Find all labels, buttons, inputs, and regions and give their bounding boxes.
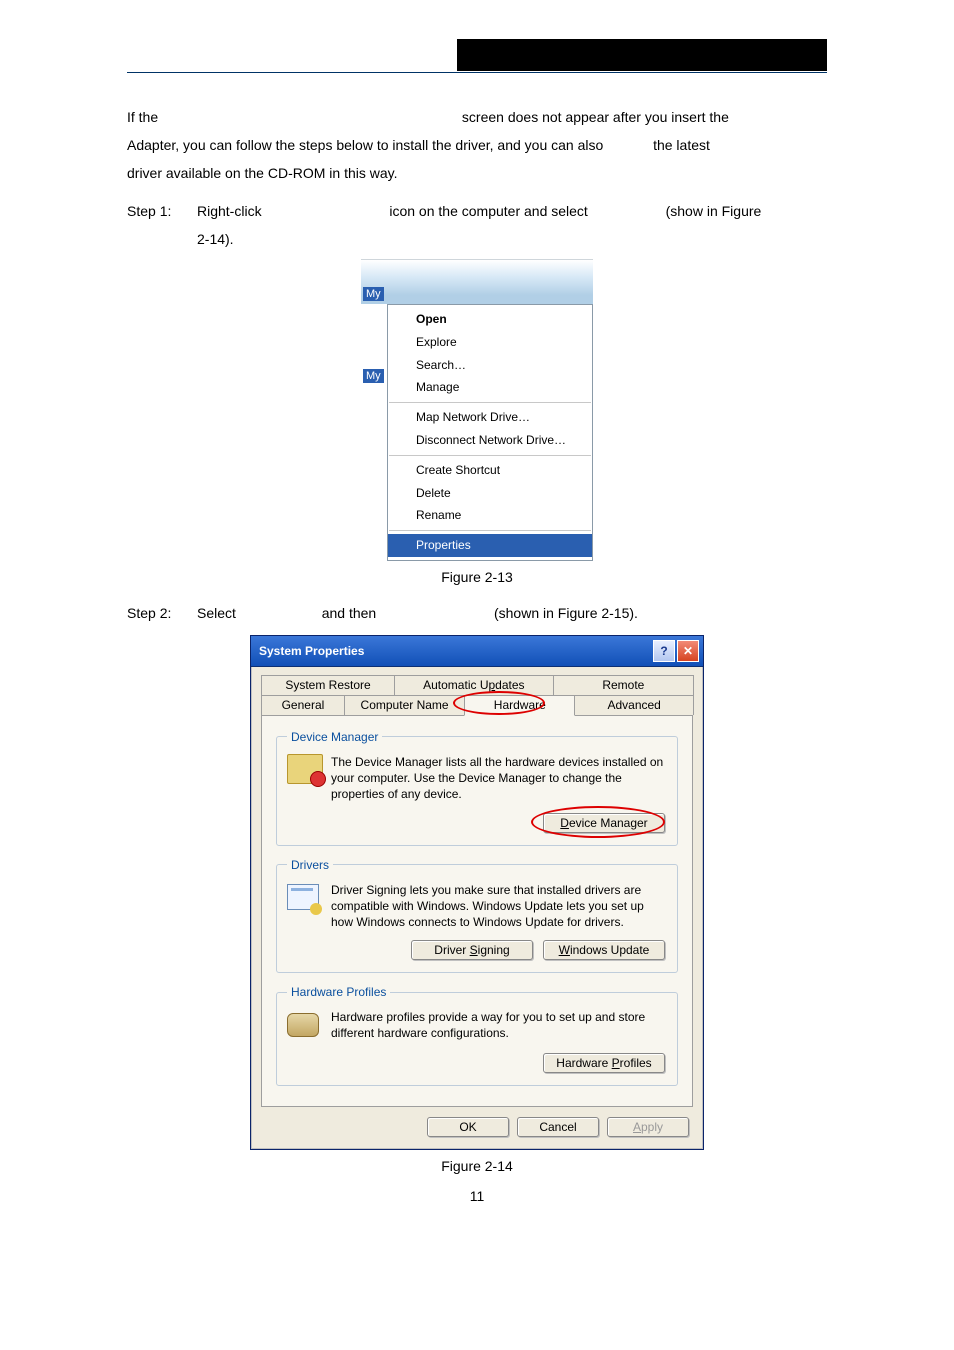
- text: screen does not appear after you insert …: [462, 109, 729, 125]
- my-computer-label-2: My: [363, 369, 384, 383]
- tab-automatic-updates[interactable]: Automatic Updates: [394, 675, 554, 695]
- hardware-profiles-group: Hardware Profiles Hardware profiles prov…: [276, 985, 678, 1086]
- text: Adapter, you can follow the steps below …: [127, 137, 603, 153]
- text: If the: [127, 109, 158, 125]
- menu-item-rename[interactable]: Rename: [388, 504, 592, 527]
- hardware-profiles-button[interactable]: Hardware Profiles: [543, 1053, 665, 1073]
- page-header: [127, 40, 827, 73]
- intro-paragraph: If the screen does not appear after you …: [127, 103, 827, 187]
- step-2-label: Step 2:: [127, 599, 197, 627]
- step-2-text: Select and then (shown in Figure 2-15).: [197, 599, 827, 627]
- menu-item-delete[interactable]: Delete: [388, 482, 592, 505]
- menu-item-explore[interactable]: Explore: [388, 331, 592, 354]
- page-number: 11: [127, 1188, 827, 1204]
- desktop-background: [361, 259, 593, 304]
- text: and then: [322, 605, 377, 621]
- text: (show in Figure: [666, 203, 762, 219]
- text: 2-14).: [197, 231, 234, 247]
- driver-signing-button[interactable]: Driver Signing: [411, 940, 533, 960]
- cancel-button[interactable]: Cancel: [517, 1117, 599, 1137]
- header-black-box: [457, 39, 827, 71]
- dialog-titlebar: System Properties ? ✕: [251, 636, 703, 667]
- drivers-legend: Drivers: [287, 858, 333, 872]
- drivers-group: Drivers Driver Signing lets you make sur…: [276, 858, 678, 974]
- text: Select: [197, 605, 236, 621]
- device-manager-text: The Device Manager lists all the hardwar…: [331, 754, 665, 803]
- hardware-profiles-legend: Hardware Profiles: [287, 985, 390, 999]
- dialog-title: System Properties: [259, 644, 364, 658]
- text: Right-click: [197, 203, 262, 219]
- step-1-label: Step 1:: [127, 197, 197, 253]
- text: (shown in Figure 2-15).: [494, 605, 638, 621]
- menu-item-map-drive[interactable]: Map Network Drive…: [388, 406, 592, 429]
- tab-hardware-label: Hardware: [494, 698, 546, 712]
- text: icon on the computer and select: [389, 203, 587, 219]
- tab-system-restore[interactable]: System Restore: [261, 675, 395, 695]
- tab-computer-name[interactable]: Computer Name: [344, 695, 465, 715]
- figure-2-14-caption: Figure 2-14: [127, 1158, 827, 1174]
- ok-button[interactable]: OK: [427, 1117, 509, 1137]
- menu-item-search[interactable]: Search…: [388, 354, 592, 377]
- tab-advanced[interactable]: Advanced: [574, 695, 694, 715]
- context-menu: Open Explore Search… Manage Map Network …: [387, 304, 593, 561]
- menu-item-disconnect-drive[interactable]: Disconnect Network Drive…: [388, 429, 592, 452]
- device-manager-legend: Device Manager: [287, 730, 382, 744]
- hardware-profiles-icon: [287, 1009, 321, 1043]
- context-menu-figure: My My Open Explore Search… Manage Map Ne…: [361, 259, 593, 561]
- my-computer-label-1: My: [363, 287, 384, 301]
- device-manager-button[interactable]: Device Manager: [543, 813, 665, 833]
- drivers-icon: [287, 882, 321, 916]
- drivers-text: Driver Signing lets you make sure that i…: [331, 882, 665, 931]
- system-properties-dialog: System Properties ? ✕ System Restore Aut…: [250, 635, 704, 1150]
- tab-hardware[interactable]: Hardware: [464, 695, 575, 716]
- menu-item-manage[interactable]: Manage: [388, 376, 592, 399]
- device-manager-icon: [287, 754, 321, 788]
- tab-remote[interactable]: Remote: [553, 675, 694, 695]
- text: the latest: [653, 137, 710, 153]
- step-1-text: Right-click icon on the computer and sel…: [197, 197, 827, 253]
- help-button[interactable]: ?: [653, 640, 675, 662]
- menu-item-properties[interactable]: Properties: [388, 534, 592, 557]
- menu-item-open[interactable]: Open: [388, 308, 592, 331]
- device-manager-group: Device Manager The Device Manager lists …: [276, 730, 678, 846]
- menu-item-create-shortcut[interactable]: Create Shortcut: [388, 459, 592, 482]
- windows-update-button[interactable]: Windows Update: [543, 940, 665, 960]
- close-button[interactable]: ✕: [677, 640, 699, 662]
- hardware-profiles-text: Hardware profiles provide a way for you …: [331, 1009, 665, 1043]
- text: driver available on the CD-ROM in this w…: [127, 165, 398, 181]
- apply-button[interactable]: Apply: [607, 1117, 689, 1137]
- figure-2-13-caption: Figure 2-13: [127, 569, 827, 585]
- tab-general[interactable]: General: [261, 695, 345, 715]
